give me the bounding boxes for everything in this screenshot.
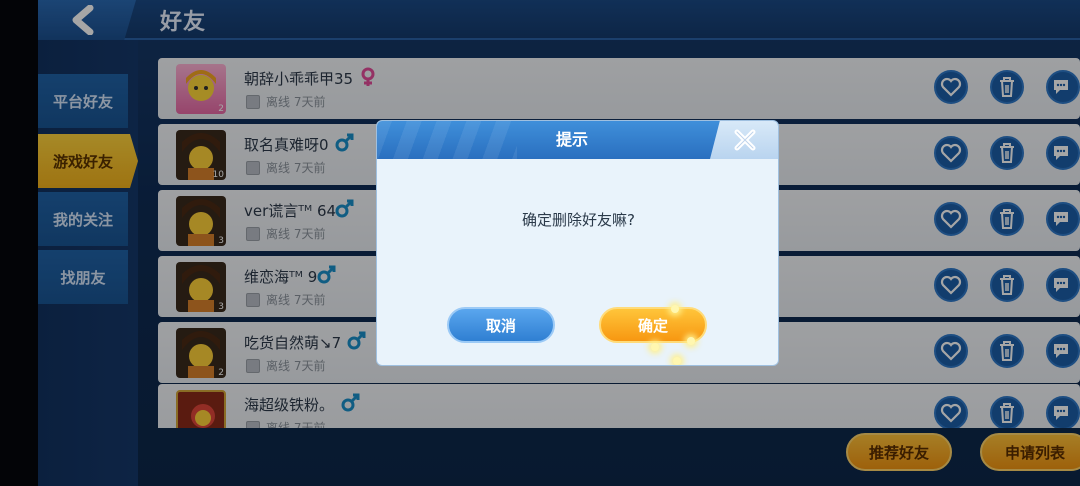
close-icon [734,129,756,151]
dialog-title: 提示 [555,130,588,149]
dialog-message: 确定删除好友嘛? [522,211,635,229]
cancel-button[interactable]: 取消 [447,307,555,343]
confirm-dialog: 提示 确定删除好友嘛? 取消 确定 [376,120,779,366]
dialog-header: 提示 [377,121,778,159]
sparkle-effect [651,343,659,351]
sparkle-effect [687,337,695,345]
close-button[interactable] [710,121,778,159]
sparkle-effect [673,357,681,365]
sparkle-effect [671,305,679,313]
